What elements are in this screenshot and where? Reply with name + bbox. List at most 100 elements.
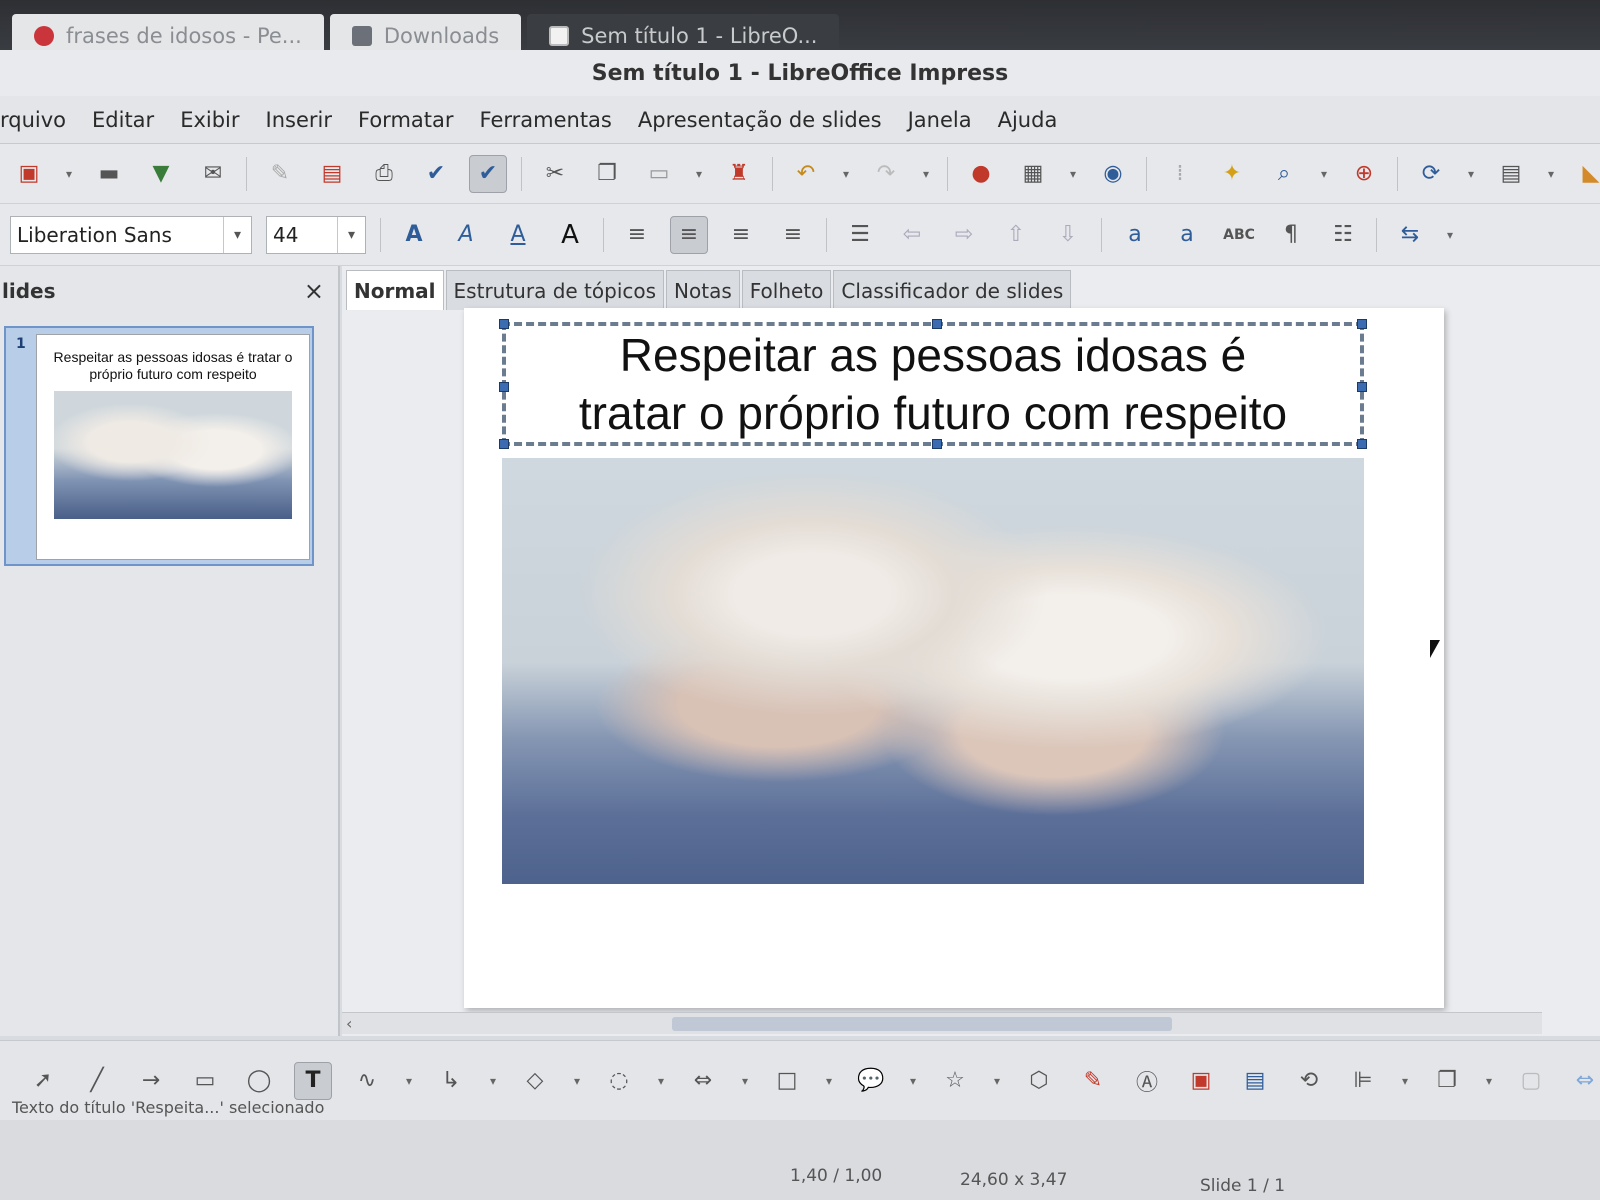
italic-icon[interactable]: A bbox=[447, 216, 485, 254]
slide-layout-dropdown-icon[interactable]: ▾ bbox=[1464, 167, 1478, 181]
menu-apresentacao[interactable]: Apresentação de slides bbox=[638, 108, 882, 132]
redo-icon[interactable]: ↷ bbox=[867, 155, 905, 193]
tab-handout[interactable]: Folheto bbox=[741, 270, 832, 310]
bold-icon[interactable]: A bbox=[395, 216, 433, 254]
slide-canvas[interactable]: Respeitar as pessoas idosas é tratar o p… bbox=[464, 308, 1444, 1008]
block-arrows-dropdown-icon[interactable]: ▾ bbox=[738, 1074, 752, 1088]
flowchart-dropdown-icon[interactable]: ▾ bbox=[822, 1074, 836, 1088]
superscript-icon[interactable]: a bbox=[1116, 216, 1154, 254]
resize-handle[interactable] bbox=[1357, 439, 1367, 449]
symbol-shapes-icon[interactable]: ◌ bbox=[600, 1062, 638, 1100]
slide-thumbnail[interactable]: 1 Respeitar as pessoas idosas é tratar o… bbox=[4, 326, 314, 566]
table-icon[interactable]: ▦ bbox=[1014, 155, 1052, 193]
menu-exibir[interactable]: Exibir bbox=[180, 108, 239, 132]
scrollbar-thumb[interactable] bbox=[672, 1017, 1172, 1031]
menu-janela[interactable]: Janela bbox=[908, 108, 972, 132]
autospellcheck-icon[interactable]: ✔ bbox=[469, 154, 507, 193]
menu-ferramentas[interactable]: Ferramentas bbox=[480, 108, 612, 132]
new-document-icon[interactable]: ▣ bbox=[10, 155, 48, 193]
undo-dropdown-icon[interactable]: ▾ bbox=[839, 167, 853, 181]
arrange-dropdown-icon[interactable]: ▾ bbox=[1482, 1074, 1496, 1088]
menu-editar[interactable]: Editar bbox=[92, 108, 154, 132]
tab-slide-sorter[interactable]: Classificador de slides bbox=[833, 270, 1072, 310]
underline-icon[interactable]: A bbox=[499, 216, 537, 254]
save-icon[interactable]: ▼ bbox=[142, 155, 180, 193]
spellcheck-icon[interactable]: ✔ bbox=[417, 155, 455, 193]
paragraph-icon[interactable]: ¶ bbox=[1272, 216, 1310, 254]
shadow-icon[interactable]: A bbox=[551, 216, 589, 254]
text-icon[interactable]: T bbox=[294, 1061, 332, 1100]
scroll-left-icon[interactable]: ‹ bbox=[346, 1014, 352, 1033]
text-direction-dropdown-icon[interactable]: ▾ bbox=[1443, 228, 1457, 242]
select-icon[interactable]: ➚ bbox=[24, 1062, 62, 1100]
extrusion-icon[interactable]: ▤ bbox=[1236, 1062, 1274, 1100]
glue-points-icon[interactable]: ✎ bbox=[1074, 1062, 1112, 1100]
menu-inserir[interactable]: Inserir bbox=[266, 108, 332, 132]
redo-dropdown-icon[interactable]: ▾ bbox=[919, 167, 933, 181]
align-center-icon[interactable]: ≡ bbox=[670, 215, 708, 254]
flowchart-icon[interactable]: □ bbox=[768, 1062, 806, 1100]
subscript-icon[interactable]: a bbox=[1168, 216, 1206, 254]
horizontal-scrollbar[interactable]: ‹ bbox=[342, 1012, 1542, 1034]
toggle-extrusion-icon[interactable]: ⇔ bbox=[1566, 1062, 1600, 1100]
move-up-icon[interactable]: ⇧ bbox=[997, 216, 1035, 254]
text-direction-icon[interactable]: ⇆ bbox=[1391, 216, 1429, 254]
display-views-icon[interactable]: ▤ bbox=[1492, 155, 1530, 193]
arrow-line-icon[interactable]: → bbox=[132, 1062, 170, 1100]
zoom-dropdown-icon[interactable]: ▾ bbox=[1317, 167, 1331, 181]
basic-shapes-icon[interactable]: ◇ bbox=[516, 1062, 554, 1100]
shadow-toggle-icon[interactable]: ▢ bbox=[1512, 1062, 1550, 1100]
copy-icon[interactable]: ❐ bbox=[588, 155, 626, 193]
bullets-icon[interactable]: ☰ bbox=[841, 216, 879, 254]
align-left-icon[interactable]: ≡ bbox=[618, 216, 656, 254]
slideshow-icon[interactable]: ◣ bbox=[1572, 155, 1600, 193]
clone-formatting-icon[interactable]: ♜ bbox=[720, 155, 758, 193]
resize-handle[interactable] bbox=[932, 439, 942, 449]
resize-handle[interactable] bbox=[1357, 382, 1367, 392]
print-icon[interactable]: ⎙ bbox=[365, 155, 403, 193]
slide-photo[interactable] bbox=[502, 458, 1364, 884]
resize-handle[interactable] bbox=[499, 382, 509, 392]
stars-icon[interactable]: ☆ bbox=[936, 1062, 974, 1100]
font-size-select[interactable]: 44 ▾ bbox=[266, 215, 366, 254]
symbol-shapes-dropdown-icon[interactable]: ▾ bbox=[654, 1074, 668, 1088]
paste-dropdown-icon[interactable]: ▾ bbox=[692, 167, 706, 181]
bullets-numbering-icon[interactable]: ☷ bbox=[1324, 216, 1362, 254]
tab-normal[interactable]: Normal bbox=[346, 270, 444, 310]
display-views-dropdown-icon[interactable]: ▾ bbox=[1544, 167, 1558, 181]
rotate-icon[interactable]: ⟲ bbox=[1290, 1062, 1328, 1100]
connector-dropdown-icon[interactable]: ▾ bbox=[486, 1074, 500, 1088]
menu-ajuda[interactable]: Ajuda bbox=[998, 108, 1058, 132]
from-file-icon[interactable]: ▣ bbox=[1182, 1062, 1220, 1100]
export-pdf-icon[interactable]: ▤ bbox=[313, 155, 351, 193]
paste-icon[interactable]: ▭ bbox=[640, 155, 678, 193]
align-objects-dropdown-icon[interactable]: ▾ bbox=[1398, 1074, 1412, 1088]
fontwork-gallery-icon[interactable]: Ⓐ bbox=[1128, 1062, 1166, 1100]
navigator-icon[interactable]: ✦ bbox=[1213, 155, 1251, 193]
character-icon[interactable]: ABC bbox=[1220, 216, 1258, 254]
curve-icon[interactable]: ∿ bbox=[348, 1062, 386, 1100]
connector-icon[interactable]: ↳ bbox=[432, 1062, 470, 1100]
table-dropdown-icon[interactable]: ▾ bbox=[1066, 167, 1080, 181]
slide-layout-icon[interactable]: ⟳ bbox=[1412, 155, 1450, 193]
resize-handle[interactable] bbox=[499, 319, 509, 329]
grid-icon[interactable]: ⁞ bbox=[1161, 155, 1199, 193]
callouts-dropdown-icon[interactable]: ▾ bbox=[906, 1074, 920, 1088]
justify-icon[interactable]: ≡ bbox=[774, 216, 812, 254]
zoom-icon[interactable]: ⌕ bbox=[1265, 155, 1303, 193]
resize-handle[interactable] bbox=[932, 319, 942, 329]
help-icon[interactable]: ⊕ bbox=[1345, 155, 1383, 193]
align-right-icon[interactable]: ≡ bbox=[722, 216, 760, 254]
chart-icon[interactable]: ● bbox=[962, 155, 1000, 193]
points-icon[interactable]: ⬡ bbox=[1020, 1062, 1058, 1100]
tab-outline[interactable]: Estrutura de tópicos bbox=[445, 270, 665, 310]
move-down-icon[interactable]: ⇩ bbox=[1049, 216, 1087, 254]
open-icon[interactable]: ▬ bbox=[90, 155, 128, 193]
rectangle-icon[interactable]: ▭ bbox=[186, 1062, 224, 1100]
email-icon[interactable]: ✉ bbox=[194, 155, 232, 193]
new-dropdown-icon[interactable]: ▾ bbox=[62, 167, 76, 181]
line-icon[interactable]: ╱ bbox=[78, 1062, 116, 1100]
menu-formatar[interactable]: Formatar bbox=[358, 108, 454, 132]
curve-dropdown-icon[interactable]: ▾ bbox=[402, 1074, 416, 1088]
basic-shapes-dropdown-icon[interactable]: ▾ bbox=[570, 1074, 584, 1088]
